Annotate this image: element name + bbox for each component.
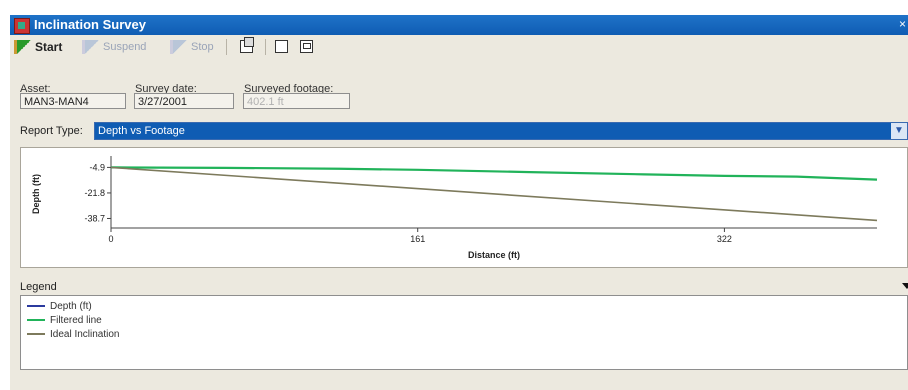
chevron-down-icon[interactable]: ▼: [891, 123, 907, 139]
close-icon[interactable]: ×: [899, 17, 906, 31]
start-label: Start: [35, 40, 63, 54]
legend-item: Ideal Inclination: [27, 328, 120, 340]
report-type-row: Report Type: Depth vs Footage ▼: [20, 122, 908, 140]
suspend-label: Suspend: [103, 41, 147, 53]
legend-title: Legend: [20, 281, 57, 293]
maximize-icon[interactable]: [275, 40, 288, 53]
app-icon: [14, 18, 30, 34]
suspend-icon: [82, 40, 99, 54]
stop-icon: [170, 40, 187, 54]
legend-item: Depth (ft): [27, 300, 92, 312]
survey-date-field[interactable]: 3/27/2001: [134, 93, 234, 109]
toolbar-separator: [265, 39, 266, 55]
stop-label: Stop: [191, 41, 214, 53]
window-title: Inclination Survey: [34, 17, 146, 32]
x-axis-label: Distance (ft): [468, 250, 520, 260]
inclination-survey-window: Inclination Survey × Start Suspend Stop …: [10, 15, 908, 390]
report-type-label: Report Type:: [20, 125, 83, 137]
y-tick-label: -4.9: [89, 162, 105, 172]
asset-field[interactable]: MAN3-MAN4: [20, 93, 126, 109]
surveyed-footage-field: 402.1 ft: [243, 93, 350, 109]
title-bar: Inclination Survey ×: [10, 15, 908, 35]
toolbar: Start Suspend Stop: [10, 35, 908, 59]
legend-item: Filtered line: [27, 314, 102, 326]
toolbar-separator: [226, 39, 227, 55]
x-tick-label: 322: [717, 234, 732, 244]
chart-svg: -4.9 -21.8 -38.7 0 161 322 Depth (ft) Distan…: [31, 156, 878, 260]
legend-swatch: [27, 333, 45, 335]
y-axis-label: Depth (ft): [31, 174, 41, 214]
legend-label: Ideal Inclination: [50, 328, 120, 340]
restore-icon[interactable]: [300, 40, 313, 53]
legend-collapse-icon[interactable]: [902, 283, 908, 289]
suspend-button[interactable]: Suspend: [82, 39, 146, 55]
report-type-dropdown[interactable]: Depth vs Footage ▼: [94, 122, 908, 140]
x-tick-label: 0: [108, 234, 113, 244]
legend-swatch: [27, 319, 45, 321]
series-line-filtered-line: [110, 166, 878, 181]
start-icon: [14, 40, 31, 54]
stop-button[interactable]: Stop: [170, 39, 214, 55]
float-window-icon[interactable]: [240, 37, 254, 53]
report-type-value: Depth vs Footage: [98, 125, 185, 137]
start-button[interactable]: Start: [14, 39, 62, 55]
y-tick-label: -21.8: [84, 188, 105, 198]
depth-chart: -4.9 -21.8 -38.7 0 161 322 Depth (ft) Distan…: [20, 147, 908, 268]
legend-swatch: [27, 305, 45, 307]
legend-label: Depth (ft): [50, 300, 92, 312]
legend-label: Filtered line: [50, 314, 102, 326]
legend-panel: Depth (ft) Filtered line Ideal Inclinati…: [20, 295, 908, 370]
legend-header: Legend: [20, 279, 908, 295]
x-tick-label: 161: [410, 234, 425, 244]
y-tick-label: -38.7: [84, 213, 105, 223]
